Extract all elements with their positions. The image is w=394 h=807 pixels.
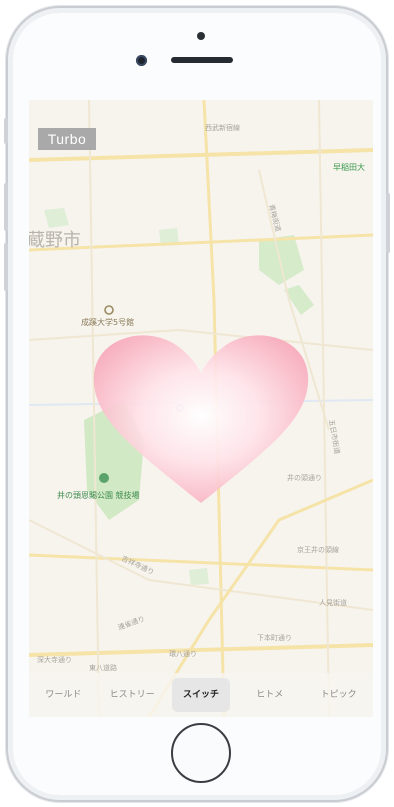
map-label-road: 東八道路 — [89, 663, 117, 672]
tab-world[interactable]: ワールド — [34, 678, 92, 712]
map-label-road: 京王井の頭線 — [297, 545, 339, 554]
mute-switch — [4, 118, 8, 144]
heart-icon[interactable] — [91, 327, 311, 507]
map-label-road: 西武新宿線 — [205, 123, 240, 132]
tab-topic[interactable]: トピック — [310, 678, 368, 712]
map-label-station: 早稲田大 — [333, 162, 365, 172]
tab-hitome[interactable]: ヒトメ — [241, 678, 299, 712]
tab-bar: ワールド ヒストリー スイッチ ヒトメ トピック — [29, 673, 373, 717]
park-area — [189, 568, 209, 585]
earpiece-speaker — [171, 57, 233, 63]
turbo-button[interactable]: Turbo — [38, 128, 96, 150]
volume-up-button — [4, 183, 8, 231]
map-label-university: 成蹊大学5号館 — [81, 317, 134, 327]
map-label-road: 下本町通り — [257, 633, 292, 642]
app-screen: 蔵野市 早稲田大 西武新宿線 青梅街道 成蹊大学5号館 五日市街道 井の頭恩賜公… — [29, 100, 373, 717]
map-label-road: 人見街道 — [319, 598, 347, 607]
tab-switch[interactable]: スイッチ — [171, 678, 230, 712]
power-button — [386, 193, 390, 253]
home-button-icon[interactable] — [171, 723, 231, 783]
map-label-road: 環八通り — [169, 649, 197, 658]
map-label-road: 深大寺通り — [37, 655, 72, 664]
volume-down-button — [4, 243, 8, 291]
city-label: 蔵野市 — [29, 230, 81, 251]
tab-history[interactable]: ヒストリー — [103, 678, 161, 712]
proximity-sensor — [197, 32, 205, 40]
camera-icon — [136, 55, 147, 66]
